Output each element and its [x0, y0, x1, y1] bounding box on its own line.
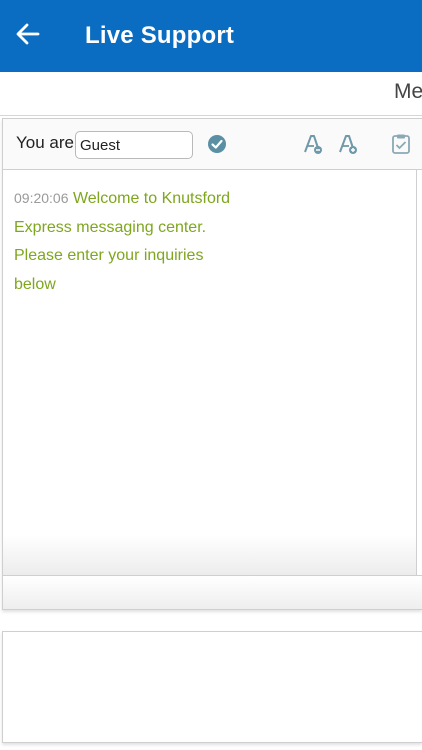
top-strip-text: Me [394, 80, 422, 103]
identity-bar: You are [3, 119, 422, 170]
message-timestamp: 09:20:06 [14, 190, 69, 206]
font-decrease-icon[interactable] [302, 133, 324, 155]
check-circle-icon[interactable] [206, 133, 228, 155]
guest-name-input[interactable] [75, 131, 193, 159]
chat-panel: You are 09:20:06 Welcome to Knutsford Ex [2, 118, 422, 610]
panel-footer [3, 575, 422, 609]
page-title: Live Support [85, 22, 235, 49]
font-increase-icon[interactable] [337, 133, 359, 155]
message-list[interactable]: 09:20:06 Welcome to Knutsford Express me… [3, 170, 417, 575]
transcript-icon[interactable] [390, 133, 412, 155]
app-bar: Live Support [0, 0, 422, 72]
message-input-box[interactable] [2, 631, 422, 743]
message-input[interactable] [3, 632, 422, 742]
you-are-label: You are [16, 133, 74, 152]
message-item: 09:20:06 Welcome to Knutsford Express me… [14, 184, 239, 299]
arrow-left-icon[interactable] [14, 20, 42, 48]
message-list-fade [3, 535, 416, 575]
top-strip: Me [0, 72, 422, 116]
